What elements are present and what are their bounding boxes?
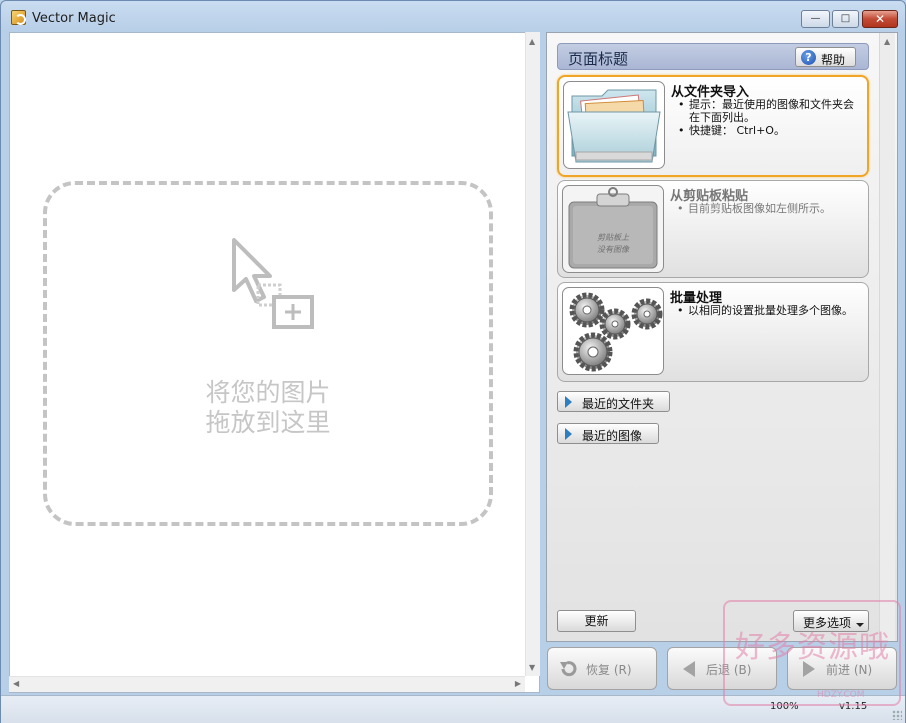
left-horizontal-scrollbar[interactable]: ◀ ▶ <box>9 676 525 692</box>
expand-triangle-icon <box>565 428 572 440</box>
import-from-folder-card[interactable]: 从文件夹导入 提示：最近使用的图像和文件夹会在下面列出。 快捷键： Ctrl+O… <box>557 75 869 177</box>
card-bullets: 提示：最近使用的图像和文件夹会在下面列出。 快捷键： Ctrl+O。 <box>677 98 863 137</box>
card-bullet: 快捷键： Ctrl+O。 <box>677 124 863 137</box>
scroll-up-arrow-icon[interactable]: ▲ <box>529 37 535 46</box>
drop-hint-line2: 拖放到这里 <box>205 408 331 437</box>
window-title: Vector Magic <box>32 11 116 26</box>
minimize-button[interactable]: — <box>801 10 830 28</box>
clipboard-icon: 剪贴板上 没有图像 <box>562 185 664 273</box>
scroll-up-arrow-icon[interactable]: ▲ <box>884 37 890 46</box>
watermark-text: 好多资源哦 <box>735 630 890 665</box>
drop-hint-line1: 将您的图片 <box>205 378 331 407</box>
image-drop-pane[interactable]: 将您的图片 拖放到这里 <box>9 32 540 693</box>
card-bullets: 以相同的设置批量处理多个图像。 <box>676 304 862 317</box>
card-bullet: 目前剪贴板图像如左侧所示。 <box>676 202 862 215</box>
clipboard-empty-text-2: 没有图像 <box>597 245 629 254</box>
app-logo-icon <box>11 10 26 25</box>
app-window: Vector Magic — □ ✕ 将您的图片 拖放到这里 ▲ ▼ ◀ ▶ ▲ <box>0 0 906 723</box>
close-button[interactable]: ✕ <box>862 10 898 28</box>
card-bullet: 提示：最近使用的图像和文件夹会在下面列出。 <box>677 98 863 124</box>
page-title: 页面标题 <box>568 50 629 68</box>
right-vertical-scrollbar[interactable]: ▲ <box>879 33 895 641</box>
undo-arrow-icon <box>560 661 577 677</box>
drag-drop-cursor-icon <box>232 238 314 329</box>
batch-processing-card[interactable]: 批量处理 以相同的设置批量处理多个图像。 <box>557 282 869 382</box>
scroll-right-arrow-icon[interactable]: ▶ <box>515 679 521 688</box>
maximize-button[interactable]: □ <box>832 10 859 28</box>
recent-folders-label: 最近的文件夹 <box>582 397 655 411</box>
recent-images-label: 最近的图像 <box>582 429 643 443</box>
scroll-left-arrow-icon[interactable]: ◀ <box>13 679 19 688</box>
recent-folders-button[interactable]: 最近的文件夹 <box>557 391 670 412</box>
title-bar[interactable]: Vector Magic — □ ✕ <box>1 1 905 31</box>
clipboard-empty-text-1: 剪贴板上 <box>597 233 629 242</box>
restore-label: 恢复 (R) <box>586 663 632 677</box>
folder-icon <box>563 81 665 169</box>
card-bullets: 目前剪贴板图像如左侧所示。 <box>676 202 862 215</box>
scroll-down-arrow-icon[interactable]: ▼ <box>529 663 535 672</box>
help-label: 帮助 <box>821 53 846 67</box>
question-icon: ? <box>801 50 816 65</box>
restore-button[interactable]: 恢复 (R) <box>547 647 657 690</box>
left-vertical-scrollbar[interactable]: ▲ ▼ <box>525 32 540 676</box>
gears-icon <box>562 287 664 375</box>
watermark: 好多资源哦 HDZY.COM <box>723 600 901 706</box>
drop-zone[interactable]: 将您的图片 拖放到这里 <box>43 181 493 526</box>
update-button[interactable]: 更新 <box>557 610 636 632</box>
watermark-subtext: HDZY.COM <box>817 690 865 700</box>
back-arrow-icon <box>683 661 695 677</box>
paste-from-clipboard-card: 剪贴板上 没有图像 从剪贴板粘贴 目前剪贴板图像如左侧所示。 <box>557 180 869 278</box>
panel-header: 页面标题 ? 帮助 <box>557 43 869 70</box>
expand-triangle-icon <box>565 396 572 408</box>
card-bullet: 以相同的设置批量处理多个图像。 <box>676 304 862 317</box>
recent-images-button[interactable]: 最近的图像 <box>557 423 659 444</box>
help-button[interactable]: ? 帮助 <box>795 47 856 67</box>
resize-grip-icon[interactable] <box>892 710 902 720</box>
